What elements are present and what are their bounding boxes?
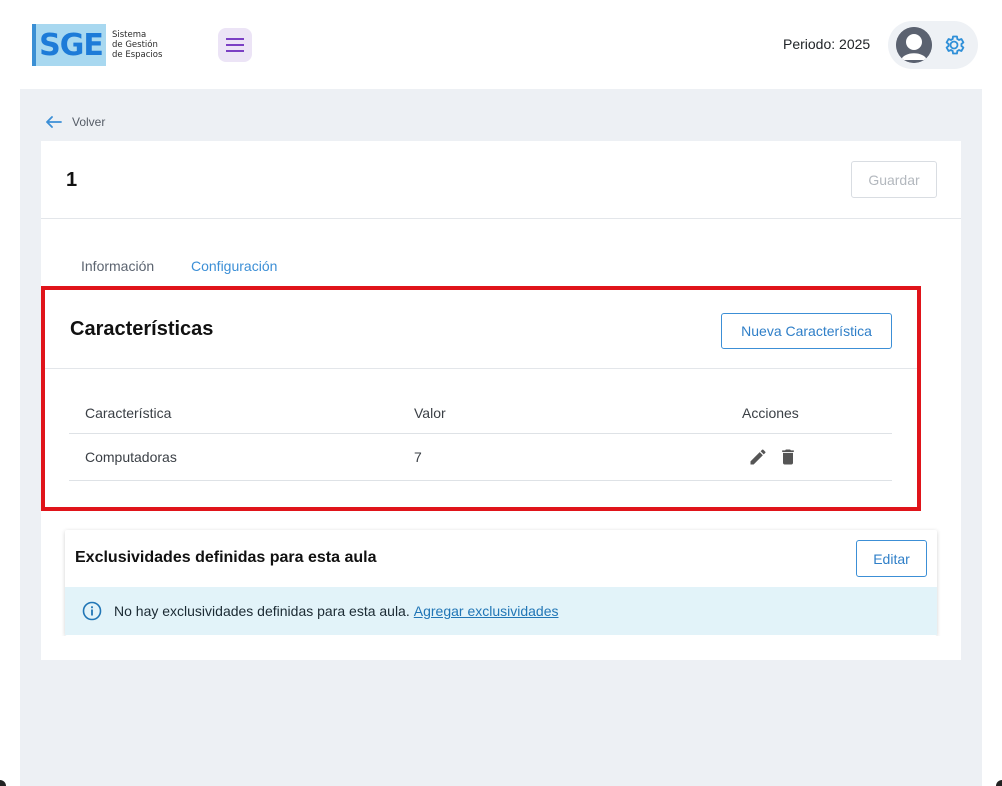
section-title: Características <box>70 318 214 340</box>
info-icon <box>82 601 102 621</box>
window-corner <box>996 780 1002 786</box>
window-corner <box>0 780 6 786</box>
edit-exclusividades-button[interactable]: Editar <box>856 540 927 577</box>
table-row-divider <box>69 480 892 481</box>
divider <box>45 368 917 369</box>
sge-logo[interactable]: SGE Sistema de Gestión de Espacios <box>32 23 172 67</box>
page-title: 1 <box>66 169 78 191</box>
gear-icon[interactable] <box>942 33 966 57</box>
table-header-divider <box>69 433 892 434</box>
back-link[interactable]: Volver <box>46 115 105 129</box>
tab-configuracion[interactable]: Configuración <box>191 258 277 274</box>
cell-caracteristica: Computadoras <box>85 449 177 465</box>
arrow-left-icon <box>46 116 62 128</box>
add-exclusividades-link[interactable]: Agregar exclusividades <box>414 603 559 619</box>
cell-valor: 7 <box>414 449 422 465</box>
exclusividades-card: Exclusividades definidas para esta aula … <box>65 530 937 636</box>
divider <box>41 218 961 219</box>
user-avatar-icon[interactable] <box>896 27 932 63</box>
column-header-valor: Valor <box>414 405 446 421</box>
save-button[interactable]: Guardar <box>851 161 937 198</box>
logo-line-1: Sistema <box>112 30 147 40</box>
column-header-acciones: Acciones <box>742 405 799 421</box>
caracteristicas-section: Características Nueva Característica Car… <box>41 286 921 511</box>
exclusividades-title: Exclusividades definidas para esta aula <box>75 549 377 566</box>
alert-message: No hay exclusividades definidas para est… <box>114 603 410 619</box>
edit-icon[interactable] <box>748 447 768 467</box>
tab-informacion[interactable]: Información <box>81 258 154 274</box>
card-footer <box>41 636 961 660</box>
hamburger-icon <box>226 38 244 52</box>
new-caracteristica-button[interactable]: Nueva Característica <box>721 313 892 349</box>
logo-line-3: de Espacios <box>112 50 163 60</box>
periodo-label: Periodo: 2025 <box>783 36 871 52</box>
logo-mark-text: SGE <box>39 27 104 63</box>
top-bar: SGE Sistema de Gestión de Espacios Perio… <box>0 0 1002 89</box>
info-alert: No hay exclusividades definidas para est… <box>65 587 937 635</box>
logo-mark: SGE <box>32 24 106 66</box>
column-header-caracteristica: Característica <box>85 405 172 421</box>
logo-caption: Sistema de Gestión de Espacios <box>112 30 162 60</box>
logo-line-2: de Gestión <box>112 40 158 50</box>
menu-toggle-button[interactable] <box>218 28 252 62</box>
back-label: Volver <box>72 115 106 129</box>
user-menu[interactable] <box>888 21 978 69</box>
delete-icon[interactable] <box>778 447 798 467</box>
